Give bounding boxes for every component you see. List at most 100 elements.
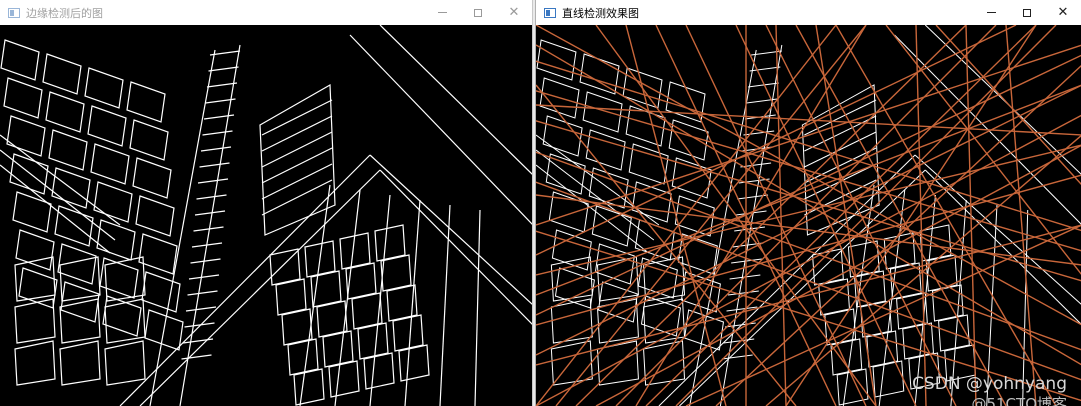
edge-window-pane bbox=[287, 338, 319, 376]
edge-window-pane bbox=[293, 368, 325, 406]
edge-window-pane bbox=[374, 224, 406, 262]
lines-window-titlebar[interactable]: 直线检测效果图 ✕ bbox=[536, 0, 1081, 25]
edge-window-pane bbox=[59, 340, 101, 386]
edge-window-pane bbox=[104, 340, 146, 386]
edge-vertical bbox=[474, 209, 481, 406]
edge-beam bbox=[379, 169, 532, 325]
edge-stripe bbox=[202, 130, 233, 136]
edge-window-pane bbox=[42, 53, 82, 95]
edge-window-pane bbox=[96, 219, 136, 261]
lines-window-title: 直线检测效果图 bbox=[562, 6, 639, 20]
edge-window-pane bbox=[550, 298, 593, 344]
minimize-icon bbox=[986, 12, 996, 13]
edge-window-pane bbox=[132, 157, 172, 199]
edge-window-pane bbox=[392, 314, 424, 352]
edge-window-titlebar[interactable]: 边缘检测后的图 ✕ bbox=[0, 0, 532, 25]
hough-line bbox=[595, 25, 877, 406]
edge-window-title: 边缘检测后的图 bbox=[26, 6, 103, 20]
edge-window-pane bbox=[59, 256, 101, 302]
edge-window-pane bbox=[380, 254, 412, 292]
minimize-icon bbox=[437, 12, 447, 13]
watermark-text: CSDN @yohnyang bbox=[912, 374, 1067, 394]
edge-window-pane bbox=[102, 295, 142, 337]
minimize-button[interactable] bbox=[973, 0, 1009, 25]
edge-window-pane bbox=[919, 224, 952, 262]
lines-window[interactable]: 直线检测效果图 ✕ CSDN @yohnyang @51CTO博客 bbox=[535, 0, 1081, 406]
edge-window-pane bbox=[12, 191, 52, 233]
maximize-button[interactable] bbox=[460, 0, 496, 25]
edge-window-pane bbox=[872, 360, 905, 398]
edge-stripe bbox=[206, 82, 238, 88]
edge-window-controls: ✕ bbox=[424, 0, 532, 25]
edge-window-pane bbox=[59, 298, 101, 344]
edge-vertical bbox=[404, 199, 421, 406]
edge-window-pane bbox=[363, 352, 395, 390]
edge-window-pane bbox=[0, 39, 40, 81]
edge-stripe bbox=[261, 131, 333, 168]
edge-stripe bbox=[190, 258, 221, 264]
edge-window-pane bbox=[542, 115, 583, 157]
edge-window-pane bbox=[6, 115, 46, 157]
close-icon: ✕ bbox=[508, 5, 520, 20]
edge-window-pane bbox=[87, 105, 127, 147]
edge-tower-block bbox=[259, 83, 336, 236]
edge-stripe bbox=[261, 115, 333, 152]
maximize-icon bbox=[1023, 8, 1031, 17]
edge-beam bbox=[369, 154, 532, 305]
edge-window-pane bbox=[135, 195, 175, 237]
edge-stripe bbox=[187, 290, 218, 296]
maximize-button[interactable] bbox=[1009, 0, 1045, 25]
edge-column bbox=[179, 44, 241, 406]
edge-window-pane bbox=[14, 298, 56, 344]
hough-line bbox=[595, 144, 1081, 406]
hough-line bbox=[536, 224, 1081, 366]
lines-image-canvas: CSDN @yohnyang @51CTO博客 bbox=[536, 25, 1081, 406]
edge-stripe bbox=[261, 147, 333, 184]
hough-line bbox=[885, 25, 1081, 275]
edge-window-pane bbox=[138, 233, 178, 275]
edge-window-pane bbox=[322, 330, 354, 368]
edge-beam bbox=[139, 169, 381, 406]
edge-stripe bbox=[194, 210, 226, 216]
app-window-icon bbox=[544, 7, 556, 18]
edge-window-pane bbox=[84, 67, 124, 109]
edge-window-pane bbox=[830, 338, 863, 376]
edge-window-pane bbox=[316, 300, 348, 338]
edge-window-pane bbox=[14, 340, 56, 386]
edge-window-pane bbox=[536, 39, 577, 81]
edge-stripe bbox=[261, 179, 333, 216]
edge-window-pane bbox=[328, 360, 360, 398]
edge-image-canvas bbox=[0, 25, 532, 406]
maximize-icon bbox=[474, 8, 482, 17]
hough-line bbox=[785, 25, 1037, 406]
edge-stripe bbox=[181, 354, 212, 360]
edge-window-pane bbox=[643, 340, 686, 386]
minimize-button[interactable] bbox=[424, 0, 460, 25]
edge-window-pane bbox=[631, 181, 672, 223]
close-button[interactable]: ✕ bbox=[1045, 0, 1081, 25]
hough-line bbox=[815, 25, 877, 406]
edge-stripe bbox=[182, 338, 214, 344]
edge-window-pane bbox=[3, 77, 43, 119]
edge-stripe bbox=[185, 306, 217, 312]
edge-roof bbox=[924, 25, 1081, 175]
edge-stripe bbox=[197, 178, 229, 184]
hough-line bbox=[575, 25, 967, 406]
edge-window[interactable]: 边缘检测后的图 ✕ bbox=[0, 0, 533, 406]
edge-window-pane bbox=[90, 143, 130, 185]
edge-stripe bbox=[749, 66, 781, 72]
edge-window-pane bbox=[281, 308, 313, 346]
edge-window-pane bbox=[129, 119, 169, 161]
edge-window-pane bbox=[93, 181, 133, 223]
edge-window-pane bbox=[582, 91, 623, 133]
hough-line bbox=[615, 25, 997, 406]
edge-ledge bbox=[0, 149, 116, 241]
edge-stripe bbox=[203, 114, 235, 120]
edge-stripe bbox=[193, 226, 224, 232]
edge-window-pane bbox=[141, 271, 181, 313]
close-button[interactable]: ✕ bbox=[496, 0, 532, 25]
watermark-sub: @51CTO博客 bbox=[971, 395, 1067, 406]
lines-window-controls: ✕ bbox=[973, 0, 1081, 25]
edge-window-pane bbox=[269, 248, 301, 286]
edge-roof bbox=[349, 34, 532, 225]
